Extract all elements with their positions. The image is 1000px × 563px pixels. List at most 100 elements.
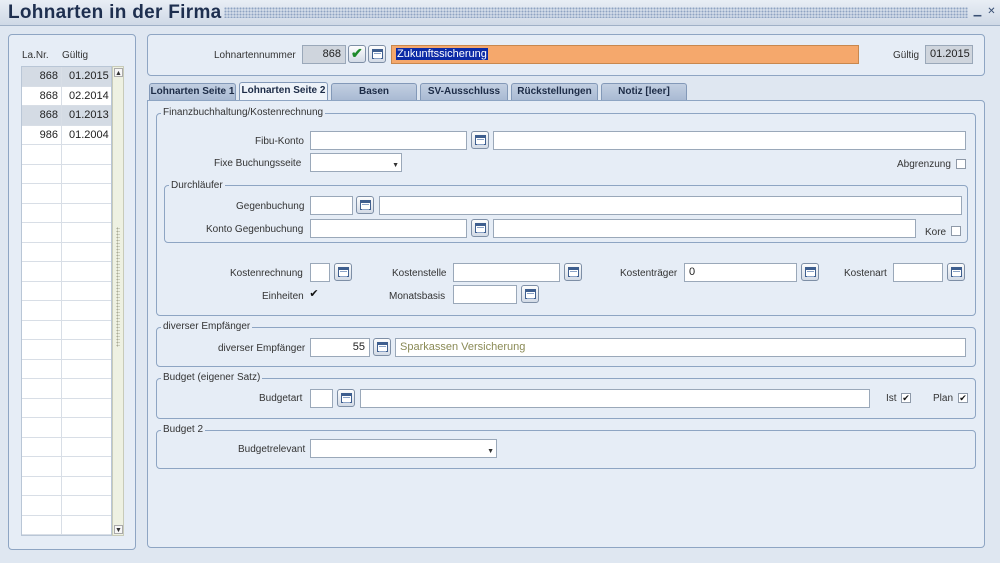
einheiten-checkbox[interactable]: ✔ bbox=[309, 289, 319, 300]
list-item-empty[interactable] bbox=[22, 457, 111, 477]
lohnartennummer-field[interactable]: 868 bbox=[302, 45, 346, 64]
list-item-gueltig bbox=[62, 438, 111, 457]
budgetart-name-field[interactable] bbox=[360, 389, 870, 408]
budget-group-title: Budget (eigener Satz) bbox=[161, 372, 263, 383]
fibu-konto-field[interactable] bbox=[310, 131, 467, 150]
budgetart-lookup-button[interactable] bbox=[337, 389, 355, 407]
scroll-up-icon[interactable]: ▲ bbox=[114, 68, 123, 77]
list-item-gueltig bbox=[62, 340, 111, 359]
list-item-empty[interactable] bbox=[22, 242, 111, 262]
list-item-nr bbox=[22, 301, 62, 320]
kostenrechnung-field[interactable] bbox=[310, 263, 330, 282]
budgetart-field[interactable] bbox=[310, 389, 333, 408]
kostenrechnung-lookup-button[interactable] bbox=[334, 263, 352, 281]
calendar-icon bbox=[377, 342, 388, 352]
lookup-button[interactable] bbox=[368, 45, 386, 63]
list-item-empty[interactable] bbox=[22, 281, 111, 301]
list-item-empty[interactable] bbox=[22, 398, 111, 418]
list-item-nr: 868 bbox=[22, 86, 62, 105]
kostenstelle-field[interactable] bbox=[453, 263, 560, 282]
list-item-empty[interactable] bbox=[22, 145, 111, 165]
monatsbasis-label: Monatsbasis bbox=[389, 291, 446, 302]
kostenstelle-lookup-button[interactable] bbox=[564, 263, 582, 281]
konto-gegenbuchung-field[interactable] bbox=[310, 219, 467, 238]
gegenbuchung-lookup-button[interactable] bbox=[356, 196, 374, 214]
list-item-gueltig bbox=[62, 165, 111, 184]
monatsbasis-lookup-button[interactable] bbox=[521, 285, 539, 303]
scroll-grip[interactable] bbox=[116, 227, 120, 347]
list-item-empty[interactable] bbox=[22, 379, 111, 399]
tab-notiz[interactable]: Notiz [leer] bbox=[601, 83, 687, 100]
tab-rueckstellungen[interactable]: Rückstellungen bbox=[511, 83, 598, 100]
plan-label: Plan bbox=[933, 393, 954, 404]
list-item-gueltig bbox=[62, 477, 111, 496]
calendar-icon bbox=[372, 49, 383, 59]
empfaenger-name-field[interactable]: Sparkassen Versicherung bbox=[395, 338, 966, 357]
list-item-gueltig bbox=[62, 243, 111, 262]
list-item-empty[interactable] bbox=[22, 515, 111, 535]
list-item-nr bbox=[22, 398, 62, 417]
list-item-empty[interactable] bbox=[22, 320, 111, 340]
list-item-nr bbox=[22, 320, 62, 339]
list-item-gueltig bbox=[62, 360, 111, 379]
minimize-icon[interactable]: ▁ bbox=[972, 6, 983, 17]
ist-checkbox[interactable]: ✔ bbox=[901, 393, 911, 403]
kore-checkbox[interactable] bbox=[951, 226, 961, 236]
list-scrollbar[interactable]: ▲ ▼ bbox=[112, 66, 124, 536]
list-item[interactable]: 868 02.2014 bbox=[22, 86, 111, 106]
list-item-empty[interactable] bbox=[22, 203, 111, 223]
fibu-konto-lookup-button[interactable] bbox=[471, 131, 489, 149]
tab-basen[interactable]: Basen bbox=[331, 83, 417, 100]
konto-gegenbuchung-lookup-button[interactable] bbox=[471, 219, 489, 237]
abgrenzung-label: Abgrenzung bbox=[897, 159, 951, 170]
kostentraeger-field[interactable]: 0 bbox=[684, 263, 797, 282]
empfaenger-lookup-button[interactable] bbox=[373, 338, 391, 356]
empfaenger-group-title: diverser Empfänger bbox=[161, 321, 253, 332]
col-header-nr[interactable]: La.Nr. bbox=[22, 50, 49, 61]
scroll-down-icon[interactable]: ▼ bbox=[114, 525, 123, 534]
kostenstelle-label: Kostenstelle bbox=[392, 268, 447, 279]
list-item-empty[interactable] bbox=[22, 437, 111, 457]
confirm-button[interactable]: ✔ bbox=[348, 45, 366, 63]
list-item-empty[interactable] bbox=[22, 301, 111, 321]
list-item-gueltig: 01.2015 bbox=[62, 67, 111, 86]
empfaenger-number-field[interactable]: 55 bbox=[310, 338, 370, 357]
list-item-empty[interactable] bbox=[22, 262, 111, 282]
list-item-gueltig bbox=[62, 145, 111, 164]
list-item-nr bbox=[22, 242, 62, 261]
list-item-empty[interactable] bbox=[22, 496, 111, 516]
kostenrechnung-label: Kostenrechnung bbox=[230, 268, 303, 279]
col-header-gueltig[interactable]: Gültig bbox=[62, 50, 88, 61]
list-item-empty[interactable] bbox=[22, 359, 111, 379]
bezeichnung-field[interactable]: Zukunftssicherung bbox=[391, 45, 859, 64]
konto-gegenbuchung-name-field[interactable] bbox=[493, 219, 916, 238]
list-item-empty[interactable] bbox=[22, 418, 111, 438]
plan-checkbox[interactable]: ✔ bbox=[958, 393, 968, 403]
tab-lohnarten-seite-2[interactable]: Lohnarten Seite 2 bbox=[239, 82, 328, 101]
list-item-empty[interactable] bbox=[22, 223, 111, 243]
monatsbasis-field[interactable] bbox=[453, 285, 517, 304]
gegenbuchung-field[interactable] bbox=[310, 196, 353, 215]
tab-lohnarten-seite-1[interactable]: Lohnarten Seite 1 bbox=[149, 83, 236, 100]
list-item-empty[interactable] bbox=[22, 164, 111, 184]
list-item-gueltig: 01.2004 bbox=[69, 128, 109, 141]
close-icon[interactable]: ✕ bbox=[986, 6, 997, 17]
abgrenzung-checkbox[interactable] bbox=[956, 159, 966, 169]
list-item-nr bbox=[22, 281, 62, 300]
kostenart-field[interactable] bbox=[893, 263, 943, 282]
list-item-empty[interactable] bbox=[22, 184, 111, 204]
fibu-konto-name-field[interactable] bbox=[493, 131, 966, 150]
list-item[interactable]: 868 01.2013 bbox=[22, 106, 111, 126]
gegenbuchung-name-field[interactable] bbox=[379, 196, 962, 215]
list-item[interactable]: 986 01.2004 bbox=[22, 125, 111, 145]
list-item[interactable]: 868 01.2015 bbox=[22, 67, 111, 87]
gueltig-field[interactable]: 01.2015 bbox=[925, 45, 973, 64]
list-item-empty[interactable] bbox=[22, 340, 111, 360]
kostentraeger-lookup-button[interactable] bbox=[801, 263, 819, 281]
fixe-buchungsseite-select[interactable]: ▼ bbox=[310, 153, 402, 172]
fibu-konto-label: Fibu-Konto bbox=[255, 136, 304, 147]
budgetrelevant-select[interactable]: ▼ bbox=[310, 439, 497, 458]
tab-sv-ausschluss[interactable]: SV-Ausschluss bbox=[420, 83, 508, 100]
kostenart-lookup-button[interactable] bbox=[947, 263, 965, 281]
list-item-empty[interactable] bbox=[22, 476, 111, 496]
